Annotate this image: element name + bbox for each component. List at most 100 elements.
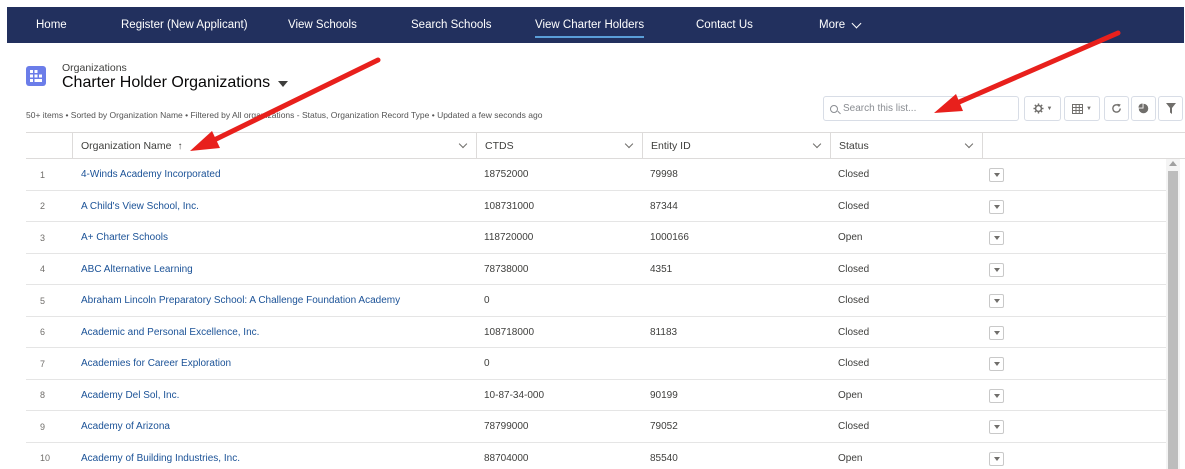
list-settings-button[interactable]: ▼ <box>1024 96 1061 121</box>
entity-id-cell: 4351 <box>650 263 673 275</box>
row-actions-button[interactable] <box>989 262 1004 277</box>
row-actions-button[interactable] <box>989 199 1004 214</box>
filter-button[interactable] <box>1158 96 1183 121</box>
table-row: 2 A Child's View School, Inc. 108731000 … <box>26 191 1166 222</box>
nav-view-schools[interactable]: View Schools <box>288 7 357 43</box>
organization-grid-icon <box>26 66 46 86</box>
chevron-down-icon <box>993 393 1000 398</box>
ctds-cell: 118720000 <box>484 232 534 243</box>
organization-link[interactable]: ABC Alternative Learning <box>81 254 193 285</box>
status-cell: Closed <box>838 295 870 306</box>
ctds-cell: 0 <box>484 295 490 306</box>
table-body: 1 4-Winds Academy Incorporated 18752000 … <box>26 159 1166 469</box>
status-cell: Closed <box>838 358 870 369</box>
search-placeholder: Search this list... <box>843 103 917 114</box>
row-actions-button[interactable] <box>989 388 1004 403</box>
chevron-down-icon[interactable] <box>624 139 634 149</box>
gear-icon <box>1032 103 1044 114</box>
column-label: Entity ID <box>651 140 691 152</box>
entity-id-cell: 1000166 <box>650 232 689 243</box>
nav-view-charter-holders[interactable]: View Charter Holders <box>535 7 645 43</box>
row-actions-button[interactable] <box>989 294 1004 308</box>
caret-down-icon[interactable] <box>278 81 289 87</box>
row-actions-button[interactable] <box>989 325 1004 340</box>
organization-link[interactable]: 4-Winds Academy Incorporated <box>81 159 221 190</box>
table-view-icon <box>1072 103 1084 114</box>
organization-link[interactable]: A Child's View School, Inc. <box>81 191 199 222</box>
table-header: Organization Name ↑ CTDS Entity ID Statu… <box>26 132 1185 159</box>
chevron-down-icon <box>993 425 1000 429</box>
organization-link[interactable]: Academy of Building Industries, Inc. <box>81 443 240 469</box>
row-number: 10 <box>40 453 51 463</box>
chevron-down-icon <box>993 204 1000 209</box>
filter-icon <box>1165 103 1176 114</box>
charts-button[interactable] <box>1131 96 1156 121</box>
row-number: 5 <box>40 295 46 306</box>
entity-id-cell: 90199 <box>650 389 678 401</box>
organization-link[interactable]: Abraham Lincoln Preparatory School: A Ch… <box>81 285 400 316</box>
entity-id-cell: 79052 <box>650 421 678 432</box>
row-number: 4 <box>40 264 46 274</box>
organization-link[interactable]: Academy Del Sol, Inc. <box>81 380 179 411</box>
row-actions-button[interactable] <box>989 357 1004 371</box>
object-label: Organizations <box>62 62 127 74</box>
scroll-up-arrow-icon[interactable] <box>1169 161 1177 166</box>
chevron-down-icon[interactable] <box>964 139 974 149</box>
organization-link[interactable]: Academies for Career Exploration <box>81 348 231 379</box>
chevron-down-icon[interactable] <box>812 139 822 149</box>
column-header-status[interactable]: Status <box>831 133 983 159</box>
entity-id-cell: 87344 <box>650 200 678 212</box>
table-row: 6 Academic and Personal Excellence, Inc.… <box>26 317 1166 348</box>
nav-register[interactable]: Register (New Applicant) <box>121 7 248 43</box>
ctds-cell: 0 <box>484 358 490 369</box>
row-actions-button[interactable] <box>989 451 1004 466</box>
status-cell: Closed <box>838 263 870 275</box>
column-label: Organization Name <box>81 140 172 152</box>
top-nav-bar: Home Register (New Applicant) View Schoo… <box>7 7 1184 43</box>
table-row: 9 Academy of Arizona 78799000 79052 Clos… <box>26 411 1166 443</box>
column-header-ctds[interactable]: CTDS <box>477 133 643 159</box>
sort-ascending-icon: ↑ <box>177 140 183 152</box>
row-number: 6 <box>40 327 46 337</box>
status-cell: Open <box>838 452 863 464</box>
dropdown-caret-icon: ▼ <box>1046 105 1053 112</box>
display-as-button[interactable]: ▼ <box>1064 96 1100 121</box>
chevron-down-icon <box>993 330 1000 335</box>
dropdown-caret-icon: ▼ <box>1086 105 1092 112</box>
table-row: 5 Abraham Lincoln Preparatory School: A … <box>26 285 1166 317</box>
row-number: 9 <box>40 421 46 432</box>
row-actions-button[interactable] <box>989 168 1004 182</box>
chevron-down-icon <box>851 18 862 28</box>
nav-search-schools[interactable]: Search Schools <box>411 7 492 43</box>
table-row: 8 Academy Del Sol, Inc. 10-87-34-000 901… <box>26 380 1166 411</box>
column-header-entity-id[interactable]: Entity ID <box>643 133 831 159</box>
table-row: 1 4-Winds Academy Incorporated 18752000 … <box>26 159 1166 191</box>
nav-home[interactable]: Home <box>36 7 67 43</box>
row-actions-button[interactable] <box>989 231 1004 245</box>
organization-link[interactable]: Academy of Arizona <box>81 411 170 442</box>
nav-more[interactable]: More <box>819 7 862 43</box>
chevron-down-icon <box>993 456 1000 461</box>
column-header-organization-name[interactable]: Organization Name ↑ <box>73 133 477 159</box>
row-number: 2 <box>40 201 46 211</box>
chevron-down-icon <box>993 236 1000 240</box>
ctds-cell: 10-87-34-000 <box>484 389 545 401</box>
row-number-header <box>26 133 73 159</box>
entity-id-cell: 85540 <box>650 452 678 464</box>
page: Home Register (New Applicant) View Schoo… <box>0 0 1185 469</box>
column-label: CTDS <box>485 140 514 152</box>
status-cell: Closed <box>838 421 870 432</box>
row-number: 1 <box>40 169 46 180</box>
search-list-input[interactable]: Search this list... <box>823 96 1019 121</box>
search-icon <box>830 104 838 113</box>
chevron-down-icon[interactable] <box>458 139 468 149</box>
organization-link[interactable]: A+ Charter Schools <box>81 222 168 253</box>
refresh-button[interactable] <box>1104 96 1129 121</box>
scrollbar-thumb[interactable] <box>1168 171 1178 469</box>
list-view-title[interactable]: Charter Holder Organizations <box>62 74 289 92</box>
organization-link[interactable]: Academic and Personal Excellence, Inc. <box>81 317 259 348</box>
row-actions-button[interactable] <box>989 420 1004 434</box>
list-meta-info: 50+ items • Sorted by Organization Name … <box>26 110 543 120</box>
nav-contact-us[interactable]: Contact Us <box>696 7 753 43</box>
status-cell: Closed <box>838 200 870 212</box>
